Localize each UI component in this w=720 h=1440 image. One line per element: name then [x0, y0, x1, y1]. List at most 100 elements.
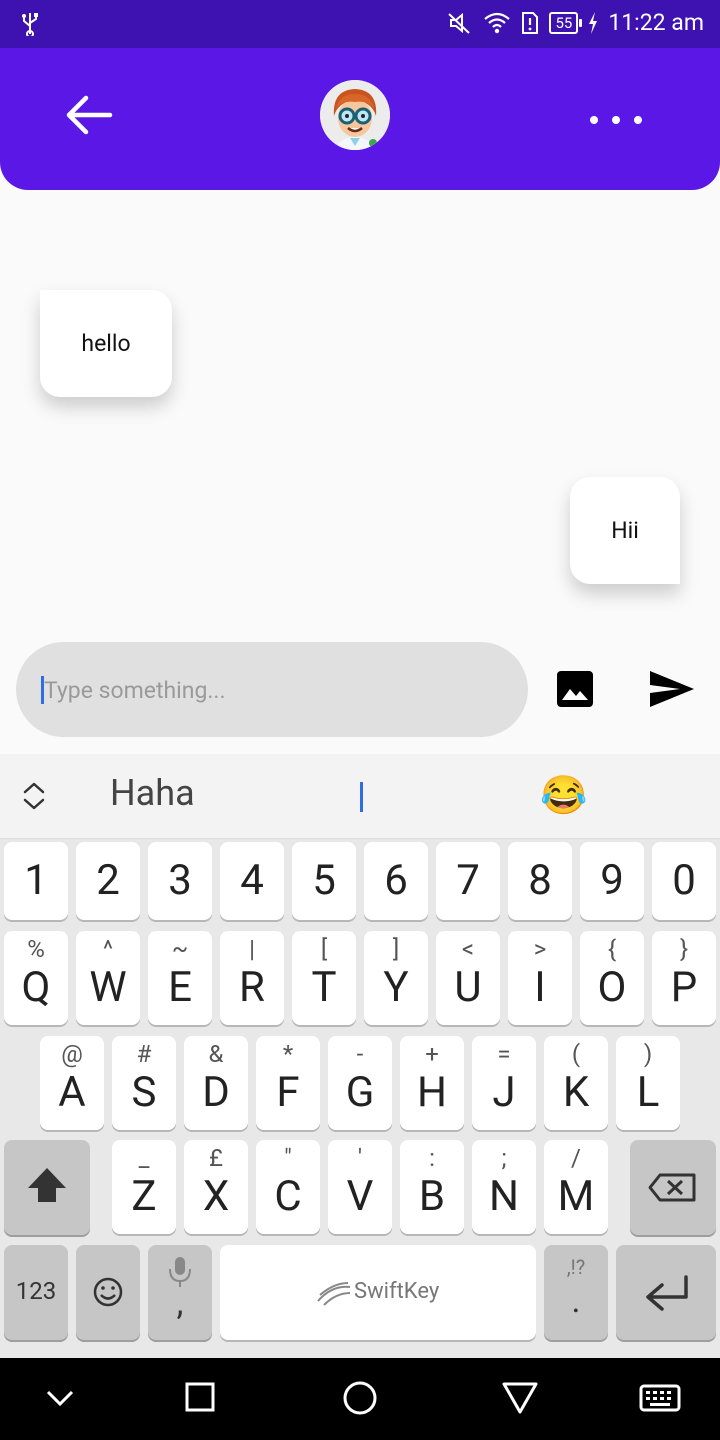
message-bubble-sent: Hii	[570, 477, 680, 584]
key-label: T	[311, 963, 337, 1012]
key-alt-symbol: ~	[171, 935, 189, 963]
enter-key[interactable]	[616, 1245, 716, 1340]
shift-key[interactable]	[4, 1140, 90, 1235]
key-label: R	[239, 963, 265, 1012]
period-key[interactable]: ,!? .	[544, 1245, 608, 1340]
letter-key[interactable]: ^ W	[76, 931, 140, 1025]
shift-icon	[28, 1168, 66, 1202]
message-input-container[interactable]	[16, 642, 528, 739]
space-key-label: SwiftKey	[354, 1279, 440, 1304]
mute-icon	[448, 12, 471, 34]
key-label: K	[562, 1068, 590, 1117]
keyboard-switch-icon[interactable]	[638, 1378, 682, 1418]
number-key[interactable]: 1	[4, 842, 68, 920]
letter-key[interactable]: £ X	[184, 1140, 248, 1234]
letter-key[interactable]: @ A	[40, 1036, 104, 1130]
key-label: Y	[383, 963, 409, 1012]
key-label: V	[346, 1172, 374, 1221]
key-label: 2	[96, 856, 120, 905]
text-cursor	[41, 676, 44, 704]
key-label: F	[276, 1068, 300, 1117]
letter-key[interactable]: # S	[112, 1036, 176, 1130]
avatar-illustration	[320, 80, 390, 150]
key-label: Z	[131, 1172, 157, 1221]
contact-avatar[interactable]	[320, 80, 390, 150]
key-label: S	[131, 1068, 157, 1117]
key-alt-symbol: =	[497, 1040, 511, 1068]
backspace-key[interactable]	[630, 1140, 716, 1235]
letter-key[interactable]: = J	[472, 1036, 536, 1130]
key-label: B	[418, 1172, 446, 1221]
hide-keyboard-chevron-icon[interactable]	[38, 1378, 82, 1418]
letter-key[interactable]: -G	[328, 1036, 392, 1130]
number-key[interactable]: 5	[292, 842, 356, 920]
home-circle-icon[interactable]	[338, 1378, 382, 1418]
battery-level: 55	[549, 11, 583, 34]
emoji-key[interactable]	[76, 1245, 140, 1340]
clock: 11:22 am	[608, 9, 704, 36]
key-alt-symbol: )	[643, 1040, 653, 1068]
image-attach-icon[interactable]	[554, 668, 596, 710]
key-alt-symbol: '	[357, 1144, 363, 1172]
key-label: L	[636, 1068, 660, 1117]
key-label: 0	[672, 856, 696, 905]
letter-key[interactable]: + H	[400, 1036, 464, 1130]
backspace-icon	[648, 1173, 696, 1202]
comma-key[interactable]: ,	[148, 1245, 212, 1340]
back-arrow-icon[interactable]	[64, 92, 114, 138]
key-alt-symbol: /	[571, 1144, 581, 1172]
swiftkey-logo-icon	[317, 1282, 351, 1306]
letter-key[interactable]: " C	[256, 1140, 320, 1234]
letter-key[interactable]: ' V	[328, 1140, 392, 1234]
letter-key[interactable]: ~ E	[148, 931, 212, 1025]
key-alt-symbol: }	[679, 935, 689, 963]
on-screen-keyboard: Haha 😂 1 2 3 4 5 6 7 8 9 0% Q ^ W ~ E | R[T] Y < U > I{O} P @ A #…	[0, 754, 720, 1358]
key-alt-symbol: {	[607, 935, 617, 963]
letter-key[interactable]: } P	[652, 931, 716, 1025]
number-key[interactable]: 8	[508, 842, 572, 920]
letter-key[interactable]: * F	[256, 1036, 320, 1130]
wifi-icon	[484, 12, 511, 33]
key-label: Q	[21, 963, 51, 1012]
number-key[interactable]: 4	[220, 842, 284, 920]
more-options-icon[interactable]	[590, 111, 642, 129]
number-key[interactable]: 9	[580, 842, 644, 920]
key-label: W	[89, 963, 127, 1012]
letter-key[interactable]: ) L	[616, 1036, 680, 1130]
letter-key[interactable]: | R	[220, 931, 284, 1025]
number-key[interactable]: 0	[652, 842, 716, 920]
key-label: A	[58, 1068, 86, 1117]
number-key[interactable]: 6	[364, 842, 428, 920]
letter-key[interactable]: < U	[436, 931, 500, 1025]
number-key[interactable]: 3	[148, 842, 212, 920]
letter-key[interactable]: / M	[544, 1140, 608, 1234]
key-alt-symbol: #	[136, 1040, 152, 1068]
space-key[interactable]: SwiftKey	[220, 1245, 536, 1340]
message-input[interactable]	[42, 642, 516, 739]
key-alt-symbol: £	[209, 1144, 223, 1172]
letter-key[interactable]: % Q	[4, 931, 68, 1025]
suggestion-emoji[interactable]: 😂	[540, 774, 587, 818]
letter-key[interactable]: ; N	[472, 1140, 536, 1234]
back-triangle-icon[interactable]	[498, 1378, 542, 1418]
letter-key[interactable]: ] Y	[364, 931, 428, 1025]
number-key[interactable]: 7	[436, 842, 500, 920]
status-bar: 55 11:22 am	[0, 0, 720, 48]
letter-key[interactable]: :B	[400, 1140, 464, 1234]
numbers-key[interactable]: 123	[4, 1245, 68, 1340]
key-alt-symbol: "	[284, 1144, 292, 1172]
recents-square-icon[interactable]	[178, 1378, 222, 1418]
number-key[interactable]: 2	[76, 842, 140, 920]
letter-key[interactable]: & D	[184, 1036, 248, 1130]
letter-key[interactable]: [T	[292, 931, 356, 1025]
send-icon[interactable]	[648, 668, 696, 710]
suggestion-word[interactable]: Haha	[110, 772, 195, 814]
letter-key[interactable]: {O	[580, 931, 644, 1025]
letter-key[interactable]: > I	[508, 931, 572, 1025]
key-label: G	[345, 1068, 375, 1117]
key-alt-symbol: *	[282, 1040, 294, 1068]
letter-key[interactable]: (K	[544, 1036, 608, 1130]
letter-key[interactable]: _ Z	[112, 1140, 176, 1234]
expand-toolbar-icon[interactable]	[20, 780, 48, 812]
key-label: 8	[528, 856, 552, 905]
